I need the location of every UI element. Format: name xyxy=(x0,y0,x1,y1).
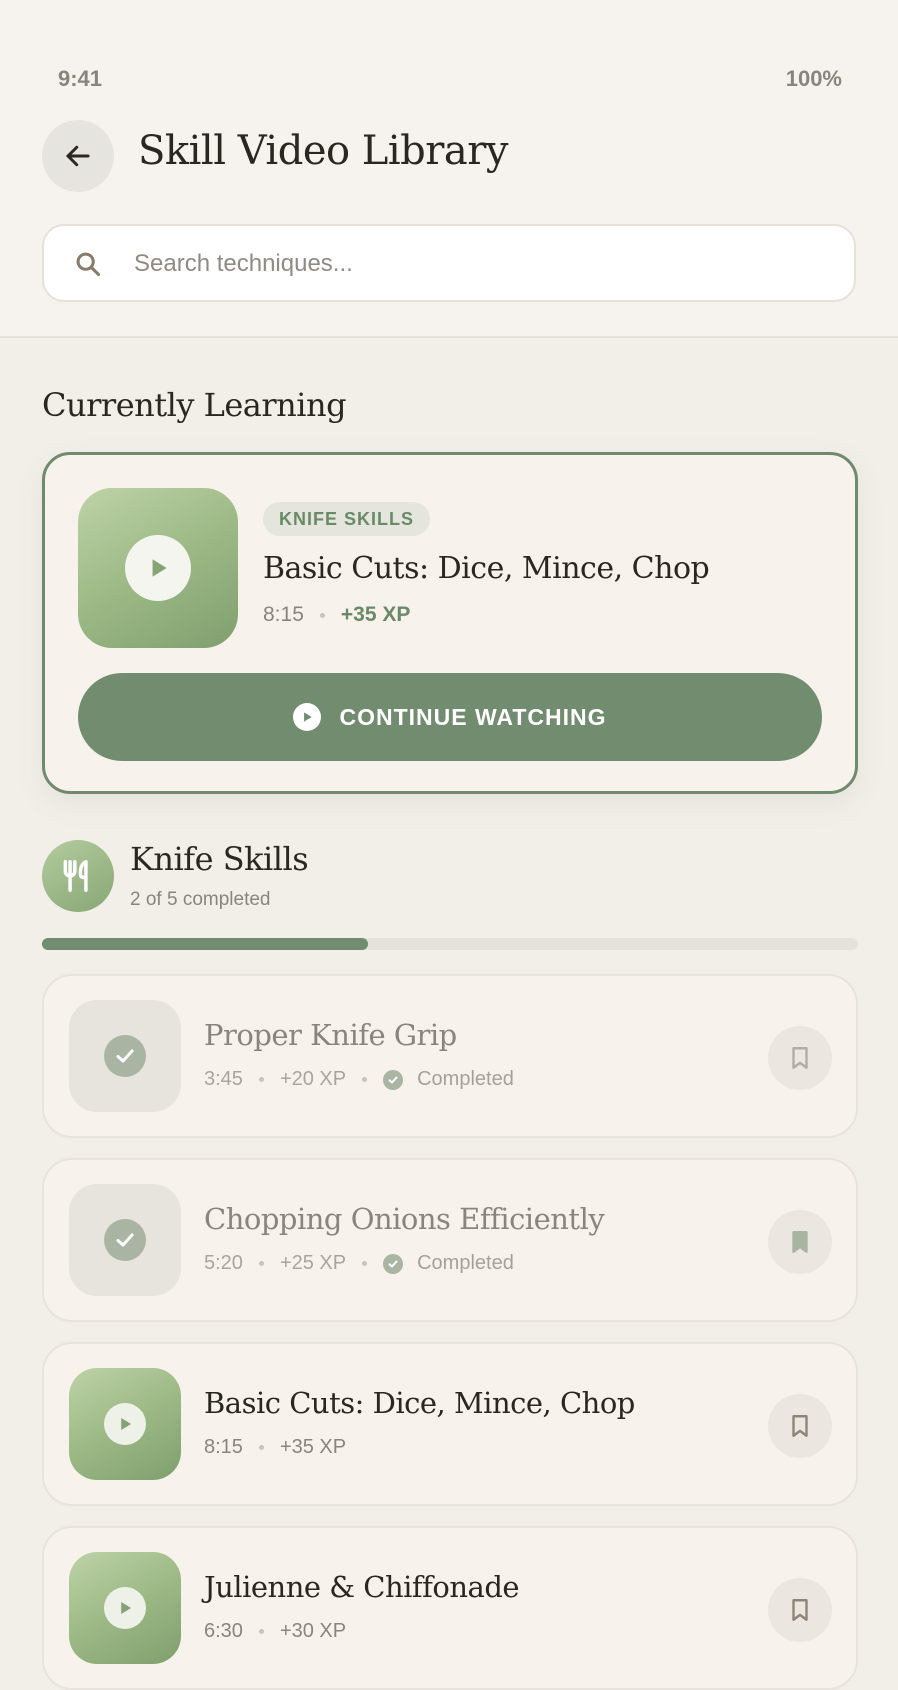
continue-watching-label: CONTINUE WATCHING xyxy=(339,703,607,730)
back-button[interactable] xyxy=(42,120,114,192)
lesson-meta: 5:20 +25 XP Completed xyxy=(204,1252,514,1275)
completed-badge: Completed xyxy=(383,1252,514,1275)
section-title-currently-learning: Currently Learning xyxy=(42,386,347,424)
arrow-left-icon xyxy=(66,145,90,167)
separator-dot xyxy=(319,612,325,618)
bookmark-outline-icon xyxy=(792,1047,808,1069)
bookmark-outline-icon xyxy=(792,1415,808,1437)
xp-reward: +35 XP xyxy=(340,603,411,626)
status-battery: 100% xyxy=(785,66,842,91)
lesson-duration: 8:15 xyxy=(204,1436,243,1458)
lesson-item[interactable]: Julienne & Chiffonade 6:30 +30 XP xyxy=(42,1526,858,1690)
play-circle-icon xyxy=(293,703,322,731)
completed-badge: Completed xyxy=(383,1068,514,1091)
lesson-title: Julienne & Chiffonade xyxy=(204,1570,520,1604)
lesson-item[interactable]: Proper Knife Grip 3:45 +20 XP Completed xyxy=(42,974,858,1138)
current-lesson-card[interactable]: KNIFE SKILLS Basic Cuts: Dice, Mince, Ch… xyxy=(42,452,858,794)
lesson-item[interactable]: Basic Cuts: Dice, Mince, Chop 8:15 +35 X… xyxy=(42,1342,858,1506)
separator-dot xyxy=(258,1077,264,1082)
lesson-xp: +20 XP xyxy=(279,1068,347,1090)
lesson-meta: 3:45 +20 XP Completed xyxy=(204,1068,514,1091)
lesson-duration: 3:45 xyxy=(204,1068,243,1090)
lesson-title: Proper Knife Grip xyxy=(204,1018,457,1052)
completed-label: Completed xyxy=(417,1252,514,1274)
check-circle-icon xyxy=(383,1253,404,1274)
separator-dot xyxy=(258,1445,264,1450)
continue-watching-button[interactable]: CONTINUE WATCHING xyxy=(78,673,822,761)
separator-dot xyxy=(362,1261,368,1266)
play-icon xyxy=(125,535,191,601)
play-icon xyxy=(104,1587,146,1629)
search-icon xyxy=(76,252,101,277)
category-title: Knife Skills xyxy=(130,840,309,878)
lesson-meta: 8:15 +35 XP xyxy=(204,1436,346,1459)
status-time: 9:41 xyxy=(58,66,103,91)
check-icon xyxy=(104,1035,146,1077)
search-bar[interactable] xyxy=(42,224,856,302)
lesson-xp: +30 XP xyxy=(279,1620,347,1642)
category-progress-fill xyxy=(42,938,369,950)
separator-dot xyxy=(362,1077,368,1082)
lesson-thumbnail[interactable] xyxy=(69,1368,181,1480)
lesson-duration: 6:30 xyxy=(204,1620,243,1642)
bookmark-button[interactable] xyxy=(768,1394,832,1458)
bookmark-button[interactable] xyxy=(768,1026,832,1090)
bookmark-button[interactable] xyxy=(768,1578,832,1642)
separator-dot xyxy=(258,1629,264,1634)
utensils-icon xyxy=(42,840,114,912)
bookmark-button[interactable] xyxy=(768,1210,832,1274)
page-title: Skill Video Library xyxy=(138,128,508,174)
lesson-duration: 5:20 xyxy=(204,1252,243,1274)
category-progress-text: 2 of 5 completed xyxy=(130,889,271,910)
current-lesson-meta: 8:15 +35 XP xyxy=(263,603,410,627)
category-progress-bar xyxy=(42,938,858,950)
search-input[interactable] xyxy=(132,240,816,288)
completed-label: Completed xyxy=(417,1068,514,1090)
lesson-meta: 6:30 +30 XP xyxy=(204,1620,346,1643)
category-tag: KNIFE SKILLS xyxy=(263,502,431,536)
duration: 8:15 xyxy=(263,603,304,626)
current-lesson-thumbnail[interactable] xyxy=(78,488,238,648)
lesson-item[interactable]: Chopping Onions Efficiently 5:20 +25 XP … xyxy=(42,1158,858,1322)
lesson-title: Chopping Onions Efficiently xyxy=(204,1202,605,1236)
bookmark-filled-icon xyxy=(792,1231,808,1253)
lesson-xp: +25 XP xyxy=(279,1252,347,1274)
separator-dot xyxy=(258,1261,264,1266)
bookmark-outline-icon xyxy=(792,1599,808,1621)
lesson-thumbnail[interactable] xyxy=(69,1184,181,1296)
check-circle-icon xyxy=(383,1069,404,1090)
lesson-title: Basic Cuts: Dice, Mince, Chop xyxy=(204,1386,635,1420)
check-icon xyxy=(104,1219,146,1261)
lesson-thumbnail[interactable] xyxy=(69,1552,181,1664)
header-area: 9:41 100% Skill Video Library xyxy=(0,0,898,338)
lesson-xp: +35 XP xyxy=(279,1436,347,1458)
play-icon xyxy=(104,1403,146,1445)
lesson-thumbnail[interactable] xyxy=(69,1000,181,1112)
current-lesson-title: Basic Cuts: Dice, Mince, Chop xyxy=(263,551,710,586)
